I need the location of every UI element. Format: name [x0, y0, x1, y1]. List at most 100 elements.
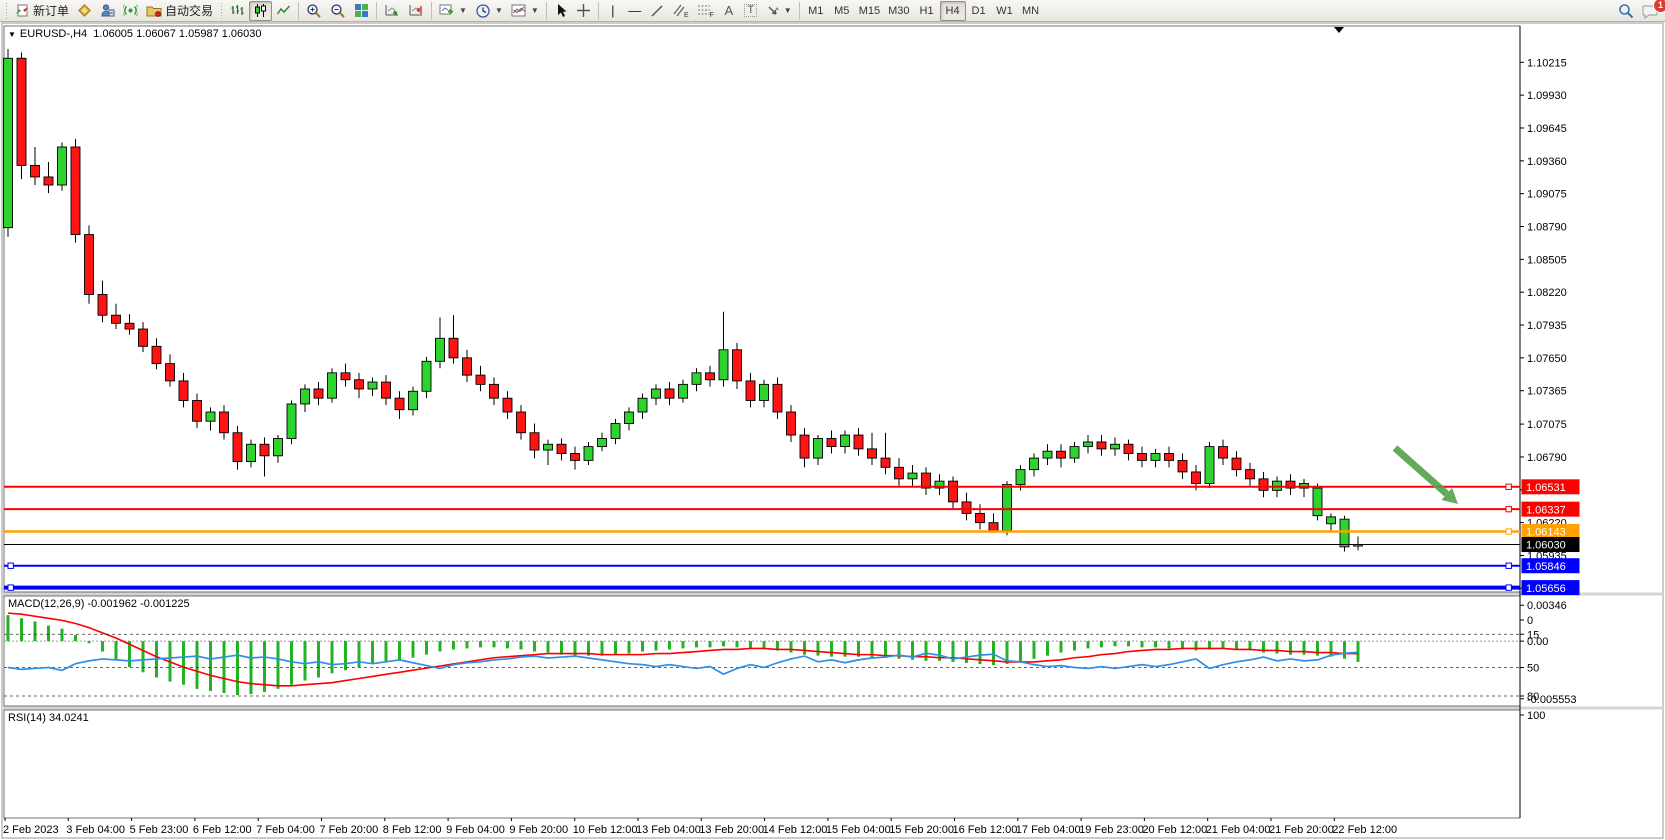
candle-down: [395, 398, 404, 410]
template-icon: [511, 3, 527, 18]
auto-scroll-button[interactable]: [380, 1, 404, 21]
zoom-in-button[interactable]: [302, 1, 326, 21]
candle-down: [463, 358, 472, 375]
time-axis-label: 7 Feb 20:00: [320, 824, 379, 836]
search-button[interactable]: [1614, 1, 1638, 21]
horizontal-line-button[interactable]: —: [624, 1, 646, 21]
timeframe-m15-button[interactable]: M15: [855, 1, 884, 21]
zoom-out-button[interactable]: [326, 1, 350, 21]
auto-scroll-icon: [384, 3, 400, 18]
price-tick-label: 1.09930: [1527, 90, 1567, 102]
line-handle[interactable]: [1506, 506, 1511, 511]
timeframe-h1-button[interactable]: H1: [914, 1, 940, 21]
candle-down: [44, 177, 53, 185]
text-tool-button[interactable]: A: [718, 1, 740, 21]
candle-down: [31, 165, 40, 177]
text-tool-icon: A: [724, 4, 733, 17]
signals-button[interactable]: [119, 1, 142, 21]
equidistant-channel-icon: E: [672, 3, 689, 18]
trendline-button[interactable]: [646, 1, 668, 21]
channel-button[interactable]: E: [668, 1, 693, 21]
candle-up: [814, 439, 823, 459]
chart-shift-button[interactable]: [404, 1, 428, 21]
svg-text:1.06030: 1.06030: [1526, 540, 1566, 552]
timeframe-w1-button[interactable]: W1: [992, 1, 1018, 21]
candlestick-chart-button[interactable]: [249, 1, 272, 21]
line-chart-button[interactable]: [272, 1, 295, 21]
time-axis-label: 5 Feb 23:00: [130, 824, 189, 836]
timeframe-m5-button[interactable]: M5: [829, 1, 855, 21]
candle-down: [1246, 470, 1255, 479]
candle-up: [625, 412, 634, 424]
bar-chart-button[interactable]: [226, 1, 249, 21]
templates-dropdown-button[interactable]: ▼: [507, 1, 543, 21]
toolbar-grip[interactable]: [4, 3, 9, 19]
timeframe-m1-button[interactable]: M1: [803, 1, 829, 21]
timeframe-group: M1M5M15M30H1H4D1W1MN: [803, 1, 1044, 21]
window-menu-icon[interactable]: ▼: [8, 30, 16, 39]
line-handle[interactable]: [1506, 585, 1511, 590]
navigator-button[interactable]: [96, 1, 119, 21]
candle-down: [665, 389, 674, 398]
candle-down: [166, 364, 175, 381]
new-chart-dropdown-button[interactable]: ▼: [435, 1, 471, 21]
period-dropdown-button[interactable]: ▼: [471, 1, 507, 21]
line-handle[interactable]: [8, 585, 13, 590]
timeframe-m30-button[interactable]: M30: [884, 1, 913, 21]
crosshair-button[interactable]: [572, 1, 595, 21]
candle-up: [328, 373, 337, 398]
time-axis-label: 22 Feb 12:00: [1332, 824, 1397, 836]
candle-up: [719, 350, 728, 380]
candle-down: [1138, 453, 1147, 460]
candle-down: [314, 389, 323, 398]
price-tick-label: 1.08505: [1527, 254, 1567, 266]
vertical-line-button[interactable]: |: [602, 1, 624, 21]
time-axis-label: 10 Feb 12:00: [573, 824, 638, 836]
notification-badge: 1: [1653, 0, 1665, 13]
chart-canvas[interactable]: 1.102151.099301.096451.093601.090751.087…: [0, 22, 1665, 840]
pane-separator[interactable]: [2, 707, 1663, 710]
pane-separator[interactable]: [2, 593, 1663, 596]
time-axis-label: 9 Feb 20:00: [509, 824, 568, 836]
candle-down: [895, 467, 904, 479]
market-watch-button[interactable]: [73, 1, 96, 21]
cursor-button[interactable]: [550, 1, 572, 21]
timeframe-h4-button[interactable]: H4: [940, 1, 966, 21]
fibonacci-button[interactable]: F: [693, 1, 718, 21]
candle-up: [274, 439, 283, 456]
timeframe-mn-button[interactable]: MN: [1018, 1, 1044, 21]
price-tick-label: 1.07650: [1527, 353, 1567, 365]
candle-up: [1070, 447, 1079, 459]
auto-trading-label: 自动交易: [165, 2, 213, 19]
new-order-button[interactable]: 新订单: [11, 1, 73, 21]
candle-down: [355, 380, 364, 389]
candle-down: [1124, 444, 1133, 453]
svg-text:1.05846: 1.05846: [1526, 561, 1566, 573]
line-handle[interactable]: [1506, 484, 1511, 489]
candle-down: [517, 412, 526, 433]
toolbar-separator: [298, 2, 299, 20]
auto-trading-button[interactable]: 自动交易: [142, 1, 217, 21]
timeframe-d1-button[interactable]: D1: [966, 1, 992, 21]
label-tool-button[interactable]: T: [740, 1, 762, 21]
line-handle[interactable]: [1506, 563, 1511, 568]
candle-down: [800, 435, 809, 458]
candle-up: [409, 391, 418, 409]
candle-down: [881, 458, 890, 467]
notifications-button[interactable]: 1: [1638, 1, 1663, 21]
navigator-person-icon: [100, 3, 115, 18]
time-axis-label: 3 Feb 04:00: [66, 824, 125, 836]
arrows-dropdown-button[interactable]: ▼: [762, 1, 796, 21]
time-axis-label: 2 Feb 2023: [3, 824, 59, 836]
rsi-level-label: 0: [1527, 615, 1533, 627]
line-handle[interactable]: [1506, 529, 1511, 534]
dropdown-caret-icon: ▼: [495, 6, 503, 15]
price-tick-label: 1.07935: [1527, 320, 1567, 332]
tile-windows-button[interactable]: [350, 1, 373, 21]
line-handle[interactable]: [8, 563, 13, 568]
candle-up: [368, 382, 377, 389]
auto-trading-icon: [146, 3, 162, 18]
toolbar-grip[interactable]: [219, 3, 224, 19]
candle-down: [1192, 472, 1201, 484]
rsi-level-label: 15: [1527, 629, 1539, 641]
